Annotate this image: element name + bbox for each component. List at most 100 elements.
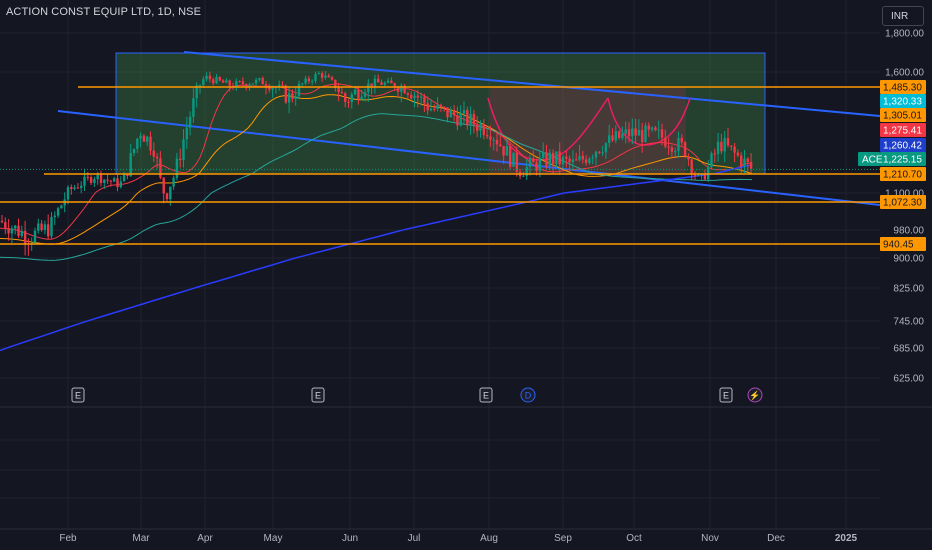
candle-body	[627, 129, 631, 137]
price-label: 1,260.42	[880, 138, 926, 152]
candle[interactable]	[50, 212, 53, 240]
candle-body	[542, 152, 545, 158]
candle[interactable]	[113, 176, 116, 182]
event-marker[interactable]: E	[71, 387, 85, 403]
candle[interactable]	[165, 192, 169, 202]
candle-body	[50, 217, 53, 237]
price-label: 1,320.33	[880, 94, 926, 108]
candle-body	[10, 228, 14, 234]
candle-body	[690, 159, 693, 175]
candle-body	[462, 110, 466, 114]
candle[interactable]	[60, 204, 63, 209]
candle[interactable]	[106, 174, 109, 185]
y-tick-label: 980.00	[893, 226, 924, 237]
candle-body	[116, 178, 119, 188]
candle-body	[99, 174, 103, 183]
candle[interactable]	[43, 220, 47, 235]
candle-body	[512, 152, 515, 167]
candle[interactable]	[73, 184, 76, 191]
price-label: 1,305.01	[880, 108, 926, 122]
candle-body	[109, 180, 113, 182]
candle-body	[611, 135, 614, 141]
candle[interactable]	[37, 218, 40, 234]
x-tick-label: Feb	[59, 533, 77, 544]
candle[interactable]	[76, 183, 80, 189]
candle-body	[383, 82, 386, 85]
candle-body	[476, 124, 479, 131]
candle[interactable]	[162, 177, 165, 204]
candle-body	[248, 84, 251, 87]
candle[interactable]	[683, 140, 687, 159]
candle[interactable]	[93, 176, 96, 187]
candle-body	[637, 130, 641, 136]
price-label-text: 1,485.30	[883, 83, 922, 94]
candle-body	[598, 151, 601, 153]
candle[interactable]	[0, 214, 4, 224]
x-tick-label: Sep	[554, 533, 572, 544]
candle[interactable]	[20, 225, 23, 239]
candle-body	[129, 153, 132, 177]
candle[interactable]	[7, 218, 10, 241]
candle-body	[641, 130, 644, 143]
candle[interactable]	[169, 186, 172, 206]
candle-body	[749, 161, 753, 169]
candle[interactable]	[172, 175, 175, 190]
candle-body	[304, 78, 307, 84]
candle-body	[301, 83, 304, 85]
candle-body	[591, 157, 594, 159]
candle-body	[743, 158, 746, 167]
candle[interactable]	[119, 176, 122, 189]
candle[interactable]	[89, 175, 93, 186]
candle[interactable]	[99, 170, 103, 187]
candle-body	[182, 139, 185, 161]
candle-body	[0, 220, 4, 223]
candle[interactable]	[4, 217, 7, 235]
candle-body	[294, 96, 297, 99]
candle-body	[235, 81, 238, 87]
candle-body	[103, 179, 106, 183]
candle[interactable]	[710, 151, 713, 170]
candle-body	[73, 187, 76, 189]
candle-body	[479, 124, 482, 131]
candle-body	[89, 177, 93, 183]
candle-body	[40, 223, 43, 230]
candle-body	[258, 78, 261, 80]
candle[interactable]	[47, 214, 50, 240]
candle[interactable]	[17, 218, 20, 238]
price-label: 1,210.70	[880, 167, 926, 181]
candle[interactable]	[53, 211, 56, 226]
candle-body	[175, 158, 179, 178]
candle-body	[251, 83, 254, 85]
symbol-title[interactable]: ACTION CONST EQUIP LTD, 1D, NSE	[6, 6, 201, 18]
candle[interactable]	[116, 174, 119, 192]
candle[interactable]	[56, 206, 60, 219]
candle-body	[83, 176, 86, 186]
candle[interactable]	[10, 225, 14, 244]
candle[interactable]	[23, 220, 27, 256]
candle-body	[179, 158, 182, 161]
candle-body	[106, 179, 109, 181]
event-marker[interactable]: E	[479, 387, 493, 403]
candle-body	[495, 139, 499, 145]
currency-selector[interactable]: INR	[882, 6, 924, 26]
candle[interactable]	[80, 181, 83, 194]
candle[interactable]	[509, 144, 512, 171]
candle-body	[86, 176, 89, 178]
event-marker[interactable]: E	[311, 387, 325, 403]
event-marker[interactable]: D	[520, 387, 536, 403]
candle[interactable]	[644, 122, 647, 143]
earnings-label: E	[483, 391, 489, 401]
candle-body	[528, 158, 532, 168]
candle-body	[687, 156, 690, 160]
candle[interactable]	[512, 152, 515, 168]
event-marker[interactable]: ⚡	[747, 387, 763, 403]
candle-body	[202, 79, 205, 85]
event-marker[interactable]: E	[719, 387, 733, 403]
candle[interactable]	[83, 168, 86, 191]
candle-body	[736, 152, 740, 156]
candle-body	[188, 116, 192, 128]
candle-body	[284, 85, 287, 103]
candle-body	[446, 107, 449, 118]
candle-body	[532, 158, 535, 163]
candle-body	[683, 142, 687, 157]
